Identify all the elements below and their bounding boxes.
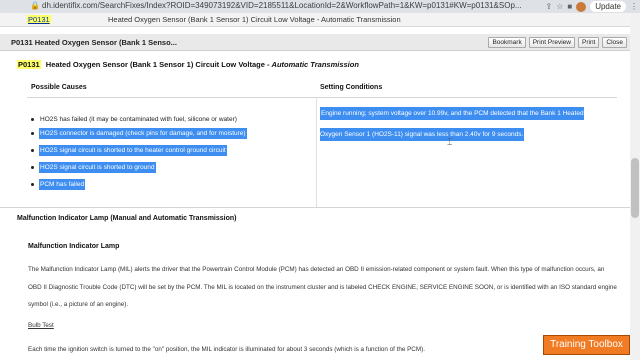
bookmark-button[interactable]: Bookmark <box>488 37 526 48</box>
training-toolbox-badge: Training Toolbox <box>543 335 630 355</box>
star-icon[interactable]: ☆ <box>556 2 563 11</box>
print-button[interactable]: Print <box>578 37 600 48</box>
scrollbar-thumb[interactable] <box>631 158 639 218</box>
mil-section-title: Malfunction Indicator Lamp (Manual and A… <box>17 215 237 222</box>
top-description: Heated Oxygen Sensor (Bank 1 Sensor 1) C… <box>108 15 401 24</box>
bullet-icon <box>31 118 34 121</box>
cause-item: HO2S signal circuit is shorted to ground <box>31 162 156 173</box>
update-button[interactable]: Update <box>590 1 626 12</box>
cause-item: HO2S signal circuit is shorted to the he… <box>31 145 227 156</box>
share-icon[interactable]: ⇪ <box>545 2 552 11</box>
header-bar: P0131 Heated Oxygen Sensor (Bank 1 Senso… <box>0 34 630 51</box>
table-divider <box>27 97 617 98</box>
bulb-test-heading: Bulb Test <box>28 322 54 329</box>
dtc-title: P0131 Heated Oxygen Sensor (Bank 1 Senso… <box>17 60 359 69</box>
page: P0131 Heated Oxygen Sensor (Bank 1 Senso… <box>0 13 630 360</box>
lock-icon: 🔒 <box>30 1 40 10</box>
setting-conditions-text: Engine running; system voltage over 10.9… <box>320 103 606 145</box>
top-bar: P0131 Heated Oxygen Sensor (Bank 1 Senso… <box>0 13 630 27</box>
mil-sub-title: Malfunction Indicator Lamp <box>28 243 120 250</box>
mil-paragraph: The Malfunction Indicator Lamp (MIL) ale… <box>28 266 617 308</box>
column-divider <box>316 97 317 207</box>
section-divider <box>0 207 630 208</box>
bullet-icon <box>31 132 34 135</box>
menu-icon[interactable]: ⋮ <box>630 2 638 11</box>
avatar[interactable] <box>576 1 587 12</box>
extension-icon[interactable]: ■ <box>567 2 572 11</box>
cause-item: PCM has failed <box>31 179 86 190</box>
cursor-icon: ⌶ <box>447 137 453 147</box>
header-title: P0131 Heated Oxygen Sensor (Bank 1 Senso… <box>11 38 177 47</box>
scrollbar[interactable] <box>630 13 640 360</box>
close-button[interactable]: Close <box>602 37 627 48</box>
browser-bar: 🔒 dh.identifix.com/SearchFixes/Index?ROI… <box>0 0 640 13</box>
dtc-code: P0131 <box>17 60 41 69</box>
bullet-icon <box>31 166 34 169</box>
mil-paragraph-2: Each time the ignition switch is turned … <box>28 346 425 353</box>
top-code-link[interactable]: P0131 <box>27 15 51 24</box>
cause-item: HO2S has failed (it may be contaminated … <box>31 114 238 125</box>
dtc-title-text: Heated Oxygen Sensor (Bank 1 Sensor 1) C… <box>45 60 272 69</box>
setting-conditions-header: Setting Conditions <box>320 84 383 91</box>
print-preview-button[interactable]: Print Preview <box>528 37 575 48</box>
dtc-title-italic: Automatic Transmission <box>271 60 359 69</box>
cause-item: HO2S connector is damaged (check pins fo… <box>31 128 247 139</box>
bullet-icon <box>31 183 34 186</box>
possible-causes-header: Possible Causes <box>31 84 87 91</box>
address-bar[interactable]: dh.identifix.com/SearchFixes/Index?ROID=… <box>42 1 522 10</box>
bullet-icon <box>31 149 34 152</box>
